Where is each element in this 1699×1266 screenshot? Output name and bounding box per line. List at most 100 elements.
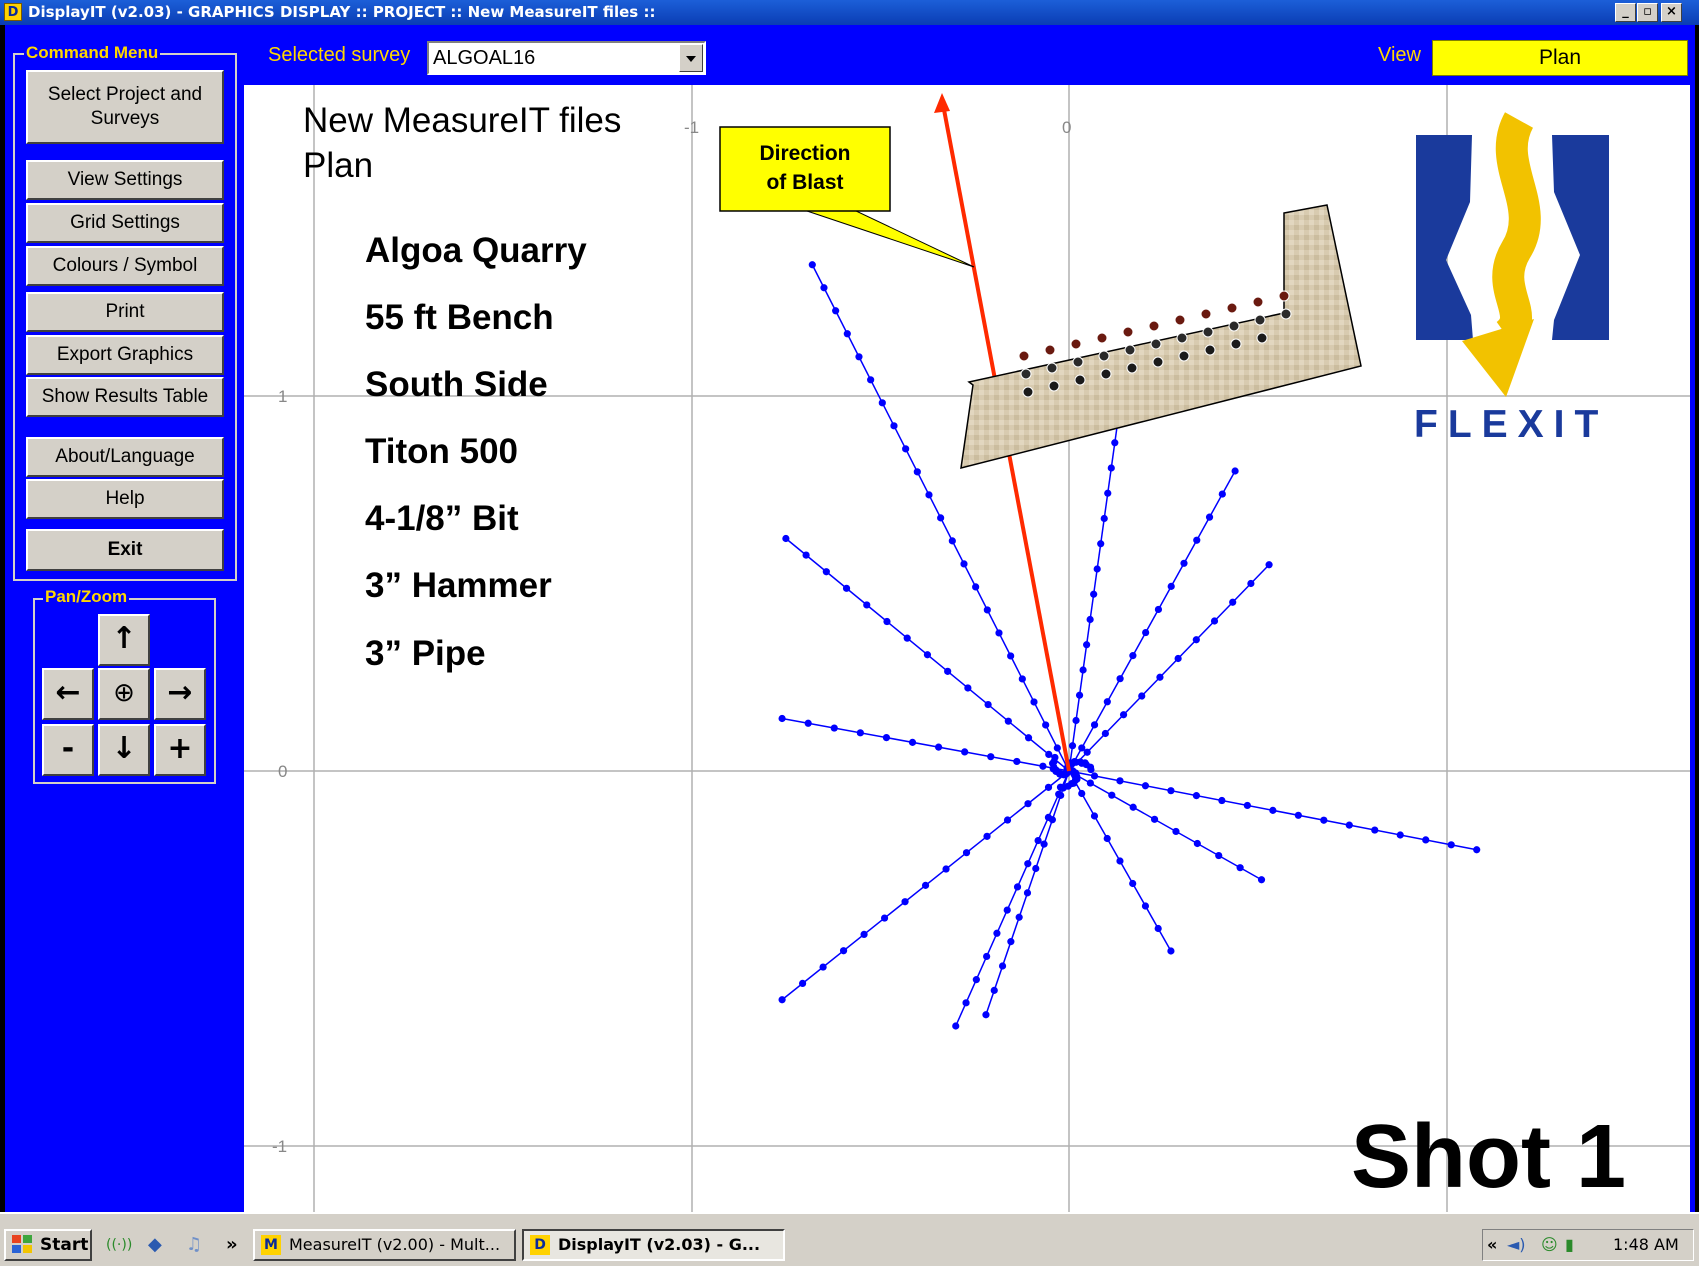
view-mode-box[interactable]: Plan [1432, 40, 1688, 76]
survey-point [1422, 836, 1430, 844]
survey-point [1447, 841, 1455, 849]
survey-point [1167, 582, 1175, 590]
collar-point [1072, 773, 1080, 781]
colours-symbol-button[interactable]: Colours / Symbol [26, 246, 224, 286]
collar-point [1056, 783, 1065, 791]
task-displayit[interactable]: D DisplayIT (v2.03) - G... [522, 1229, 785, 1261]
survey-point [972, 583, 980, 591]
info-line: 3” Hammer [365, 566, 552, 605]
drill-hole [1072, 356, 1084, 368]
survey-point [830, 724, 838, 732]
users-icon[interactable]: ☺ [1541, 1230, 1558, 1260]
about-language-button[interactable]: About/Language [26, 437, 224, 477]
survey-point [1024, 800, 1032, 808]
survey-point [987, 753, 995, 761]
collar-point [1052, 766, 1060, 774]
callout-line-2: of Blast [766, 171, 843, 194]
signal-icon[interactable]: ▮ [1565, 1230, 1574, 1260]
arrow-up-icon: ↑ [111, 621, 137, 656]
center-button[interactable]: ⊕ [98, 668, 150, 720]
survey-point [1154, 605, 1163, 614]
volume-icon[interactable]: ◄) [1507, 1230, 1526, 1260]
collar-point [1087, 765, 1095, 774]
plus-icon: + [167, 731, 193, 766]
network-icon[interactable]: ((·)) [106, 1234, 132, 1256]
survey-point [961, 748, 969, 756]
start-button[interactable]: Start [4, 1229, 92, 1261]
survey-select[interactable]: ALGOAL16 [427, 41, 706, 75]
survey-point [908, 738, 917, 746]
drill-hole [1046, 362, 1058, 374]
survey-point [1205, 513, 1214, 521]
plot-canvas[interactable]: -1 0 1 0 -1 Direction of Blast New Measu… [244, 85, 1690, 1212]
survey-point [1083, 641, 1091, 649]
survey-point [1090, 772, 1099, 780]
exit-button[interactable]: Exit [26, 529, 224, 571]
survey-point [808, 261, 816, 269]
zoom-out-button[interactable]: - [42, 724, 94, 776]
select-project-button[interactable]: Select Project and Surveys [26, 70, 224, 144]
zoom-in-button[interactable]: + [154, 724, 206, 776]
survey-point [903, 634, 911, 642]
minimize-button[interactable]: _ [1615, 3, 1636, 22]
window-title: DisplayIT (v2.03) - GRAPHICS DISPLAY :: … [28, 3, 656, 21]
plot-svg[interactable]: -1 0 1 0 -1 Direction of Blast New Measu… [244, 85, 1690, 1212]
survey-point [1193, 839, 1201, 848]
arrow-down-icon: ↓ [111, 731, 137, 766]
survey-point [1193, 536, 1201, 544]
survey-point [1013, 757, 1021, 766]
pan-down-button[interactable]: ↓ [98, 724, 150, 776]
survey-point [1320, 816, 1328, 824]
show-results-table-button[interactable]: Show Results Table [26, 377, 224, 417]
survey-point [962, 999, 970, 1007]
view-settings-button[interactable]: View Settings [26, 160, 224, 200]
drill-hole [1152, 356, 1164, 368]
maximize-button[interactable]: ▫ [1637, 3, 1658, 22]
pan-right-button[interactable]: → [154, 668, 206, 720]
drill-hole [1256, 332, 1268, 344]
pan-up-button[interactable]: ↑ [98, 614, 150, 666]
survey-point [855, 353, 863, 361]
grid-settings-button[interactable]: Grid Settings [26, 203, 224, 243]
help-button[interactable]: Help [26, 479, 224, 519]
survey-point [880, 914, 889, 922]
info-line: Titon 500 [365, 432, 518, 471]
cube-icon[interactable]: ◆ [148, 1234, 162, 1256]
drill-hole [1202, 326, 1214, 338]
survey-point [839, 947, 848, 955]
survey-point [1044, 783, 1053, 791]
survey-point [882, 733, 891, 742]
survey-point [1129, 803, 1137, 811]
print-button[interactable]: Print [26, 292, 224, 332]
survey-point [856, 729, 864, 737]
tray-expand-icon[interactable]: « [1487, 1230, 1497, 1260]
survey-point [1003, 816, 1012, 824]
dropdown-arrow-icon[interactable] [679, 44, 703, 72]
survey-point [952, 1022, 960, 1030]
title-bar: D DisplayIT (v2.03) - GRAPHICS DISPLAY :… [0, 0, 1699, 25]
export-graphics-button[interactable]: Export Graphics [26, 335, 224, 375]
info-line: 4-1/8” Bit [365, 499, 519, 538]
survey-point [1236, 864, 1244, 872]
survey-point [1231, 467, 1239, 475]
drill-hole [1048, 380, 1060, 392]
survey-point [1156, 673, 1164, 681]
survey-point [832, 307, 840, 315]
app-icon: D [4, 3, 22, 21]
close-button[interactable]: × [1661, 3, 1682, 22]
drill-hole [1070, 338, 1082, 350]
overflow-icon[interactable]: » [226, 1234, 238, 1256]
survey-point [798, 979, 807, 988]
pan-left-button[interactable]: ← [42, 668, 94, 720]
task-label: DisplayIT (v2.03) - G... [558, 1235, 761, 1254]
survey-point [1090, 590, 1098, 598]
survey-point [1045, 750, 1053, 758]
survey-point [1141, 782, 1150, 790]
crosshair-icon: ⊕ [113, 678, 135, 708]
survey-point [842, 584, 851, 592]
drill-hole [1204, 344, 1216, 356]
media-icon[interactable]: ♫ [186, 1234, 202, 1256]
drill-hole [1228, 320, 1240, 332]
survey-point [1111, 439, 1119, 447]
task-measureit[interactable]: M MeasureIT (v2.00) - Mult... [253, 1229, 516, 1261]
